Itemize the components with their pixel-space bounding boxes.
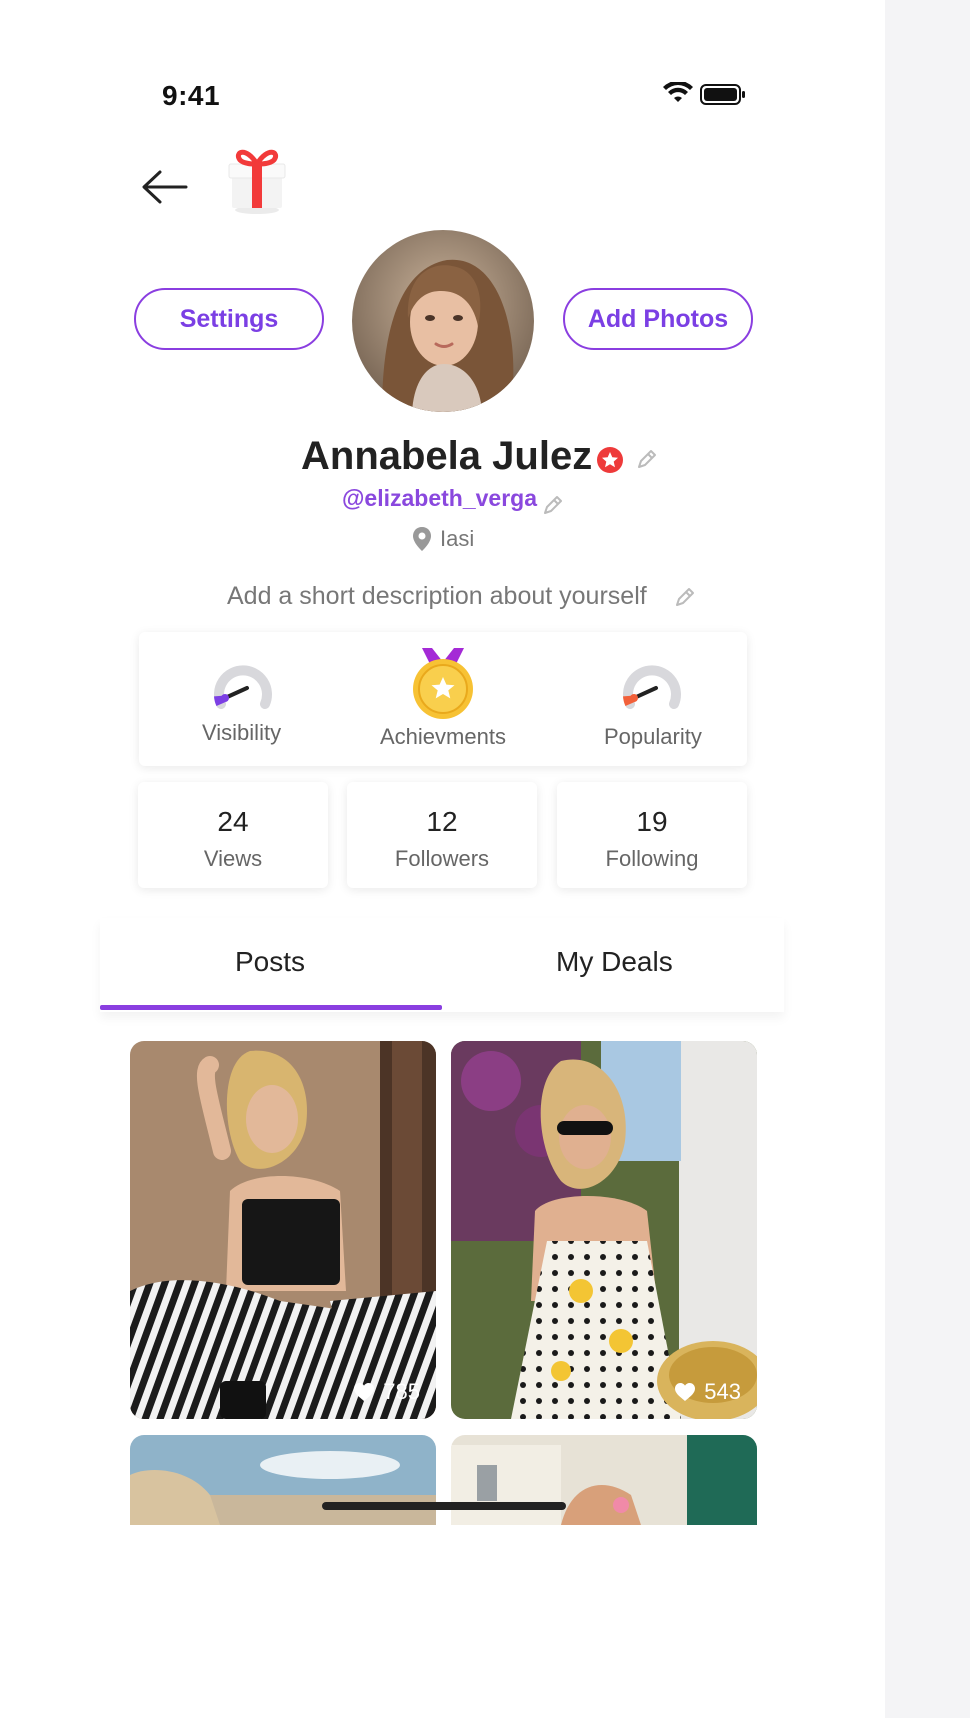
- post-tile[interactable]: 543: [451, 1041, 757, 1419]
- add-photos-button[interactable]: Add Photos: [563, 288, 753, 350]
- location-row: Iasi: [0, 524, 885, 556]
- following-label: Following: [605, 846, 699, 871]
- followers-label: Followers: [394, 846, 490, 871]
- post-photo: [130, 1435, 436, 1525]
- edit-handle-pencil-icon[interactable]: [542, 494, 564, 516]
- home-indicator: [322, 1502, 566, 1510]
- post-photo: [451, 1435, 757, 1525]
- visibility-label: Visibility: [202, 720, 282, 745]
- description-placeholder[interactable]: Add a short description about yourself: [227, 582, 647, 611]
- views-label: Views: [203, 846, 263, 871]
- followers-count: 12: [426, 806, 458, 837]
- heart-icon: [675, 1383, 696, 1401]
- star-badge-icon: [597, 447, 623, 473]
- popularity-gauge-icon[interactable]: [620, 656, 684, 712]
- post-likes-count: 543: [704, 1379, 741, 1404]
- avatar[interactable]: [352, 230, 534, 412]
- location-text: Iasi: [440, 526, 475, 551]
- following-count: 19: [636, 806, 668, 837]
- post-tile[interactable]: [451, 1435, 757, 1525]
- battery-icon: [700, 84, 745, 105]
- location-pin-icon: [413, 527, 431, 551]
- views-card[interactable]: 24 Views: [138, 782, 328, 888]
- post-likes: 785: [353, 1379, 420, 1405]
- post-tile[interactable]: 785: [130, 1041, 436, 1419]
- profile-name: Annabela Julez: [301, 434, 593, 478]
- achievements-medal-icon[interactable]: [408, 646, 478, 722]
- wifi-icon: [663, 82, 693, 102]
- profile-tabs: Posts My Deals: [100, 918, 784, 1012]
- profile-handle: @elizabeth_verga: [342, 485, 538, 511]
- post-tile[interactable]: [130, 1435, 436, 1525]
- followers-card[interactable]: 12 Followers: [347, 782, 537, 888]
- back-arrow-icon[interactable]: [140, 168, 190, 206]
- visibility-gauge-icon[interactable]: [211, 656, 275, 712]
- profile-screen: 9:41 Settings Add Photos Annabela Julez …: [0, 0, 885, 1718]
- post-likes-count: 785: [383, 1379, 420, 1404]
- status-time: 9:41: [162, 80, 221, 111]
- post-photo: [451, 1041, 757, 1419]
- gift-icon[interactable]: [226, 142, 288, 216]
- post-likes: 543: [674, 1379, 741, 1405]
- edit-name-pencil-icon[interactable]: [636, 448, 658, 470]
- views-count: 24: [217, 806, 249, 837]
- tab-posts[interactable]: Posts: [235, 946, 305, 978]
- edit-description-pencil-icon[interactable]: [674, 586, 696, 608]
- post-photo: [130, 1041, 436, 1419]
- heart-icon: [354, 1383, 375, 1401]
- active-tab-indicator: [100, 1005, 442, 1010]
- name-row: Annabela Julez: [0, 434, 885, 484]
- achievements-label: Achievments: [380, 724, 506, 749]
- settings-button[interactable]: Settings: [134, 288, 324, 350]
- following-card[interactable]: 19 Following: [557, 782, 747, 888]
- status-bar: 9:41: [0, 80, 885, 120]
- tab-my-deals[interactable]: My Deals: [556, 946, 673, 978]
- popularity-label: Popularity: [604, 724, 702, 749]
